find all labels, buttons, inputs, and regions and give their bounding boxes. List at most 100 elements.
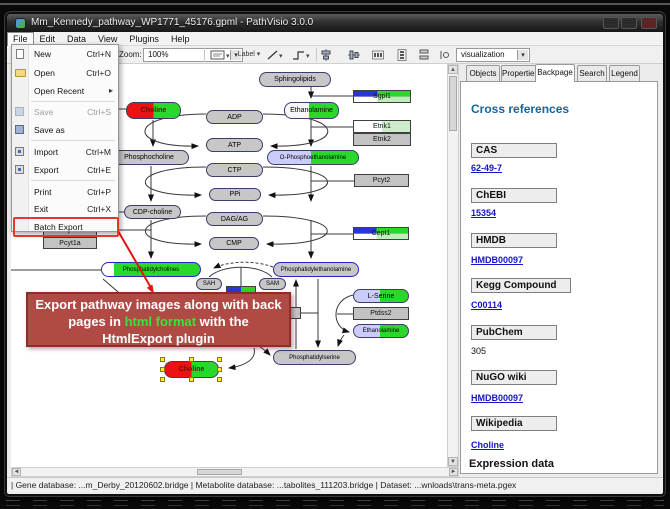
menu-item-save-as[interactable]: Save as bbox=[12, 122, 118, 138]
tab-search[interactable]: Search bbox=[577, 65, 607, 81]
scrollbar-thumb[interactable] bbox=[197, 469, 242, 475]
stack-horizontal-button[interactable] bbox=[438, 48, 452, 62]
node-ethanolamine-2[interactable]: Ethanolamine bbox=[353, 324, 409, 338]
gene-node-sgpl1[interactable]: Sgpl1 bbox=[353, 90, 411, 103]
tab-backpage[interactable]: Backpage bbox=[535, 64, 575, 82]
line-tool-button[interactable]: ▾ bbox=[265, 48, 287, 62]
node-cdp-choline[interactable]: CDP-choline bbox=[124, 205, 181, 219]
tab-legend[interactable]: Legend bbox=[609, 65, 640, 81]
align-vertical-center-button[interactable] bbox=[347, 48, 361, 62]
visualization-combobox[interactable]: visualization bbox=[456, 48, 530, 62]
selection-handle[interactable] bbox=[160, 377, 165, 382]
node-choline[interactable]: Choline bbox=[126, 102, 181, 119]
file-menu-popup: NewCtrl+N OpenCtrl+O Open Recent SaveCtr… bbox=[11, 44, 119, 232]
datanode-template-button[interactable]: ▾ bbox=[209, 48, 233, 62]
menu-help[interactable]: Help bbox=[165, 33, 196, 46]
distribute-vertical-button[interactable] bbox=[395, 48, 409, 62]
align-horizontal-center-icon bbox=[320, 49, 332, 61]
section-header-kegg: Kegg Compound bbox=[471, 278, 571, 293]
gene-node-etnk2[interactable]: Etnk2 bbox=[353, 133, 411, 146]
datanode-template-icon: ▾ bbox=[210, 49, 232, 61]
node-phosphatidylethanolamine[interactable]: Phosphatidylethanolamine bbox=[273, 262, 359, 277]
canvas-vertical-scrollbar[interactable]: ▲ ▼ bbox=[447, 64, 459, 467]
scroll-up-icon[interactable]: ▲ bbox=[448, 65, 458, 74]
label-template-button[interactable]: Label ▾ bbox=[235, 48, 263, 62]
node-l-serine[interactable]: L-Serine bbox=[353, 289, 409, 303]
link-chebi[interactable]: 15354 bbox=[471, 208, 496, 218]
section-header-pubchem: PubChem bbox=[471, 325, 557, 340]
canvas-horizontal-scrollbar[interactable]: ◄ ► bbox=[11, 467, 459, 477]
stack-vertical-icon bbox=[418, 49, 430, 61]
gene-node-pcyt2[interactable]: Pcyt2 bbox=[354, 174, 409, 187]
link-cas[interactable]: 62-49-7 bbox=[471, 163, 502, 173]
callout-highlight: html format bbox=[125, 314, 197, 329]
annotation-callout: Export pathway images along with back pa… bbox=[26, 292, 291, 347]
gene-node-etnk1[interactable]: Etnk1 bbox=[353, 120, 411, 133]
selection-handle[interactable] bbox=[160, 357, 165, 362]
menu-separator bbox=[31, 140, 115, 141]
scrollbar-thumb[interactable] bbox=[449, 76, 457, 131]
stack-vertical-button[interactable] bbox=[417, 48, 431, 62]
menu-item-new[interactable]: NewCtrl+N bbox=[12, 46, 118, 62]
link-wikipedia[interactable]: Choline bbox=[471, 440, 504, 450]
menu-item-open-recent[interactable]: Open Recent bbox=[12, 83, 118, 99]
link-kegg[interactable]: C00114 bbox=[471, 300, 502, 310]
section-header-cas: CAS bbox=[471, 143, 557, 158]
minimize-button[interactable] bbox=[603, 17, 619, 29]
close-button[interactable] bbox=[641, 17, 657, 29]
maximize-button[interactable] bbox=[621, 17, 637, 29]
tab-properties[interactable]: Properties bbox=[501, 65, 539, 81]
gene-node-ptdss2[interactable]: Ptdss2 bbox=[353, 307, 409, 320]
selection-handle[interactable] bbox=[217, 367, 222, 372]
selection-handle[interactable] bbox=[160, 367, 165, 372]
node-phosphocholine[interactable]: Phosphocholine bbox=[109, 150, 189, 165]
backpage-panel[interactable]: Cross references CAS 62-49-7 ChEBI 15354… bbox=[460, 81, 658, 474]
selection-handle[interactable] bbox=[217, 357, 222, 362]
title-bar[interactable]: Mm_Kennedy_pathway_WP1771_45176.gpml - P… bbox=[7, 14, 663, 32]
menu-item-import[interactable]: ImportCtrl+M bbox=[12, 144, 118, 160]
app-window: Mm_Kennedy_pathway_WP1771_45176.gpml - P… bbox=[5, 12, 665, 496]
crossrefs-heading: Cross references bbox=[471, 102, 569, 116]
selection-handle[interactable] bbox=[189, 377, 194, 382]
menu-item-export[interactable]: ExportCtrl+E bbox=[12, 162, 118, 178]
callout-line3: HtmlExport plugin bbox=[28, 330, 289, 347]
tab-objects[interactable]: Objects bbox=[466, 65, 500, 81]
selection-handle[interactable] bbox=[217, 377, 222, 382]
desktop-background: Mm_Kennedy_pathway_WP1771_45176.gpml - P… bbox=[0, 0, 670, 509]
gene-node-pcyt1a[interactable]: Pcyt1a bbox=[43, 237, 97, 249]
section-header-wikipedia: Wikipedia bbox=[471, 416, 557, 431]
align-horizontal-center-button[interactable] bbox=[319, 48, 333, 62]
node-o-phosphoethanolamine[interactable]: O-Phosphoethanolamine bbox=[267, 150, 359, 165]
link-hmdb[interactable]: HMDB00097 bbox=[471, 255, 523, 265]
node-atp[interactable]: ATP bbox=[206, 138, 263, 152]
menu-item-save[interactable]: SaveCtrl+S bbox=[12, 104, 118, 120]
gene-node-cept1[interactable]: Cept1 bbox=[353, 227, 409, 240]
background-line bbox=[0, 3, 670, 5]
node-ppi[interactable]: PPi bbox=[209, 188, 261, 201]
node-dag[interactable]: DAG/AG bbox=[206, 212, 263, 226]
node-sam[interactable]: SAM bbox=[259, 278, 286, 290]
scroll-right-icon[interactable]: ► bbox=[449, 468, 458, 476]
node-phosphatidylserine[interactable]: Phosphatidylserine bbox=[273, 350, 356, 365]
menu-plugins[interactable]: Plugins bbox=[123, 33, 165, 46]
link-nugo[interactable]: HMDB00097 bbox=[471, 393, 523, 403]
connector-tool-button[interactable]: ▾ bbox=[290, 48, 314, 62]
scroll-down-icon[interactable]: ▼ bbox=[448, 457, 458, 466]
menu-item-exit[interactable]: ExitCtrl+X bbox=[12, 201, 118, 217]
node-sphingolipids[interactable]: Sphingolipids bbox=[259, 72, 331, 87]
chevron-down-icon[interactable] bbox=[517, 50, 528, 60]
node-adp[interactable]: ADP bbox=[206, 110, 263, 124]
node-choline-selected[interactable]: Choline bbox=[164, 361, 219, 378]
distribute-vertical-icon bbox=[396, 49, 408, 61]
scroll-left-icon[interactable]: ◄ bbox=[12, 468, 21, 476]
visualization-value: visualization bbox=[461, 50, 505, 59]
node-sah[interactable]: SAH bbox=[196, 278, 222, 290]
node-ethanolamine[interactable]: Ethanolamine bbox=[284, 102, 339, 119]
node-ctp[interactable]: CTP bbox=[206, 163, 263, 177]
menu-item-open[interactable]: OpenCtrl+O bbox=[12, 65, 118, 81]
selection-handle[interactable] bbox=[189, 357, 194, 362]
node-phosphatidylcholines[interactable]: Phosphatidylcholines bbox=[101, 262, 201, 277]
distribute-horizontal-button[interactable] bbox=[371, 48, 385, 62]
node-cmp[interactable]: CMP bbox=[209, 237, 259, 250]
menu-item-print[interactable]: PrintCtrl+P bbox=[12, 184, 118, 200]
